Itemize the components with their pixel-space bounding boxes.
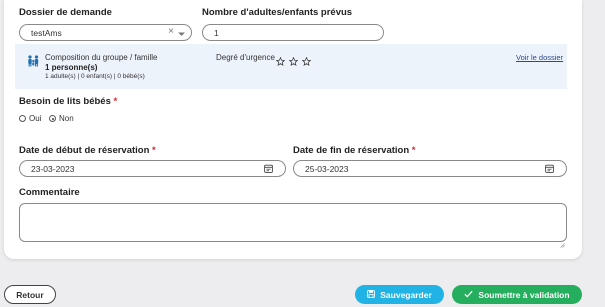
back-button-label: Retour <box>16 289 44 300</box>
calendar-icon[interactable] <box>545 164 554 175</box>
required-mark: * <box>411 145 416 156</box>
family-icon <box>27 54 40 72</box>
back-button[interactable]: Retour <box>4 285 56 304</box>
radio-oui[interactable] <box>19 115 26 122</box>
commentaire-label: Commentaire <box>19 187 80 198</box>
required-mark: * <box>113 96 118 107</box>
nombre-label: Nombre d'adultes/enfants prévus <box>202 7 353 18</box>
lits-label: Besoin de lits bébés * <box>19 96 118 107</box>
date-debut-value: 23-03-2023 <box>31 163 75 174</box>
nombre-input[interactable]: 1 <box>202 24 384 41</box>
star-icon <box>288 53 299 71</box>
date-fin-label: Date de fin de réservation * <box>293 145 416 156</box>
calendar-icon[interactable] <box>264 164 273 175</box>
dossier-select[interactable]: testAms × <box>19 24 192 41</box>
view-dossier-link[interactable]: Voir le dossier <box>516 53 563 62</box>
nombre-value: 1 <box>214 27 219 38</box>
chevron-down-icon[interactable] <box>178 29 185 39</box>
composition-count: 1 personne(s) <box>45 63 98 72</box>
date-debut-label: Date de début de réservation * <box>19 145 156 156</box>
required-mark: * <box>152 145 156 156</box>
commentaire-textarea[interactable] <box>19 203 567 242</box>
date-fin-input[interactable]: 25-03-2023 <box>293 160 567 177</box>
urgency-label: Degré d'urgence <box>216 53 275 62</box>
dossier-label: Dossier de demande <box>19 7 112 18</box>
submit-button[interactable]: Soumettre à validation <box>452 285 582 304</box>
save-button-label: Sauvegarder <box>380 289 432 300</box>
resize-handle-icon[interactable] <box>560 235 565 253</box>
radio-non[interactable] <box>49 115 56 122</box>
star-icon <box>301 53 312 71</box>
check-icon <box>464 290 474 300</box>
composition-detail: 1 adulte(s) | 0 enfant(s) | 0 bébé(s) <box>45 73 145 80</box>
star-icon <box>275 53 286 71</box>
radio-non-label: Non <box>59 114 74 123</box>
save-icon <box>367 289 376 300</box>
dossier-value: testAms <box>31 27 62 38</box>
clear-icon[interactable]: × <box>168 26 174 37</box>
radio-oui-label: Oui <box>29 114 42 123</box>
submit-button-label: Soumettre à validation <box>478 289 570 300</box>
date-debut-input[interactable]: 23-03-2023 <box>19 160 286 177</box>
composition-title: Composition du groupe / famille <box>45 53 158 62</box>
date-fin-value: 25-03-2023 <box>305 163 349 174</box>
save-button[interactable]: Sauvegarder <box>355 285 444 304</box>
